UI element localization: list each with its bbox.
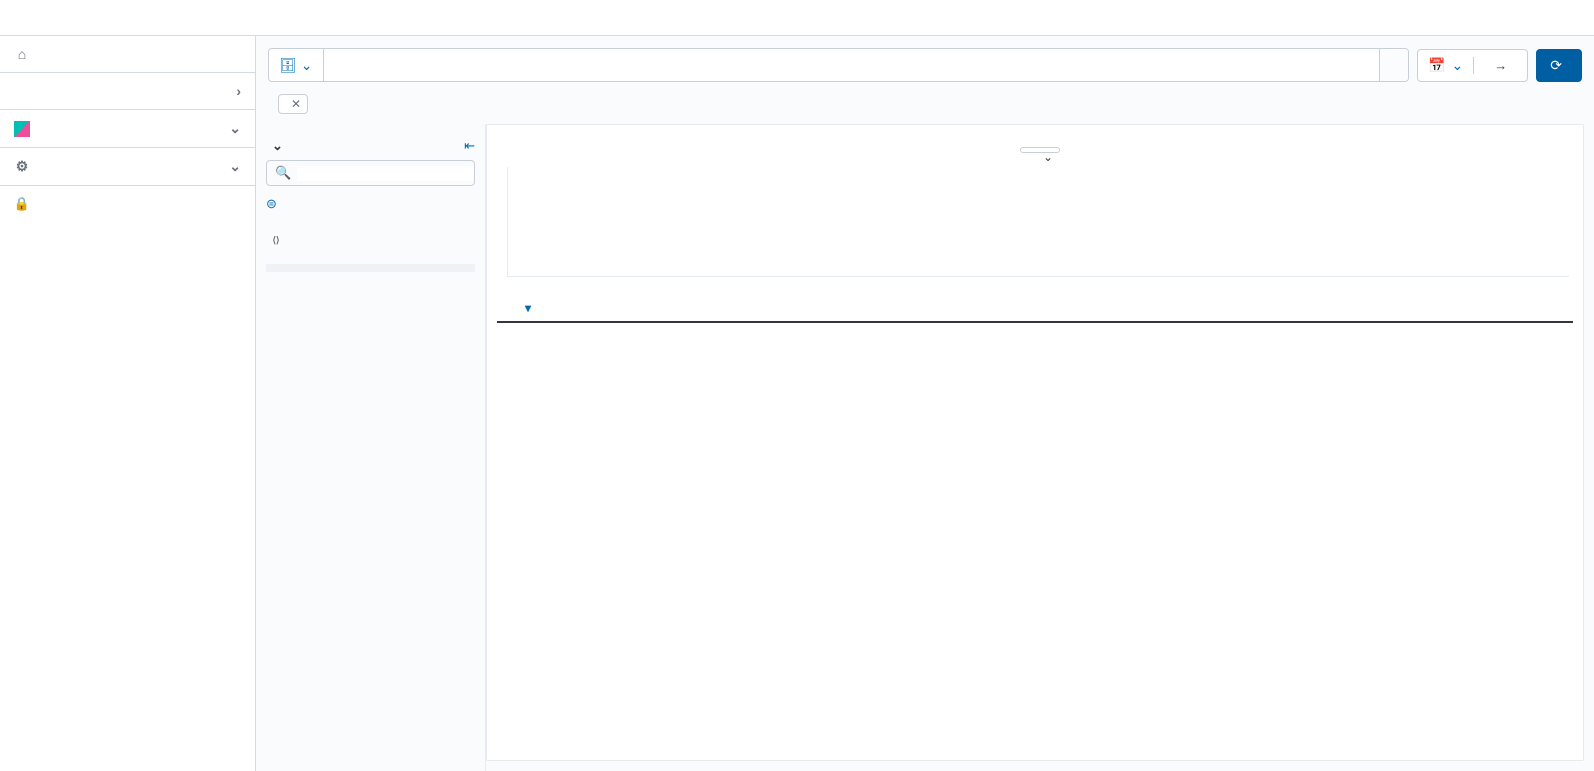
sort-desc-icon: ▾	[525, 301, 531, 315]
nav-recently-viewed[interactable]: ›	[0, 73, 255, 109]
query-bar: 🗄⌄ 📅⌄ → ⟳	[256, 36, 1594, 94]
nav-home[interactable]: ⌂	[0, 36, 255, 72]
lock-icon: 🔒	[14, 196, 30, 212]
filter-by-type[interactable]: ⊜	[266, 192, 475, 216]
home-icon: ⌂	[14, 46, 30, 62]
source-icon: ⟨⟩	[268, 232, 284, 248]
doc-table-header: ▾	[497, 295, 1573, 323]
time-column-header[interactable]: ▾	[521, 301, 701, 315]
chevron-down-icon: ⌄	[1043, 150, 1053, 164]
chevron-down-icon: ⌄	[229, 120, 241, 137]
chevron-down-icon: ⌄	[272, 138, 283, 154]
date-range[interactable]: →	[1474, 50, 1527, 81]
chevron-down-icon: ⌄	[229, 158, 241, 175]
refresh-button[interactable]: ⟳	[1536, 49, 1582, 82]
chevron-down-icon: ⌄	[1452, 57, 1464, 74]
hits-count	[497, 135, 1573, 143]
interval-select[interactable]: ⌄	[1020, 147, 1060, 153]
popular-header	[266, 264, 475, 272]
query-input[interactable]	[324, 49, 1380, 81]
filter-bar: ✕	[256, 94, 1594, 124]
source-column-header	[701, 301, 1573, 315]
selected-fields-header	[266, 216, 475, 228]
x-axis-label	[497, 281, 1573, 295]
fields-panel: ⌄ ⇤ 🔍 ⊜ ⟨⟩	[256, 124, 486, 771]
collapse-panel-icon[interactable]: ⇤	[464, 138, 475, 154]
field-source[interactable]: ⟨⟩	[266, 228, 475, 252]
refresh-icon: ⟳	[1550, 57, 1562, 74]
nav-undock[interactable]: 🔒	[0, 186, 255, 222]
chart-time-range: ⌄	[497, 143, 1573, 157]
query-language-button[interactable]	[1379, 49, 1408, 81]
nav-management[interactable]: ⚙⌄	[0, 148, 255, 185]
search-icon: 🔍	[275, 165, 291, 181]
nav-kibana[interactable]: ⌄	[0, 110, 255, 147]
calendar-icon: 📅	[1428, 57, 1445, 74]
nav-sidebar: ⌂ › ⌄ ⚙⌄ 🔒	[0, 36, 256, 771]
saved-query-button[interactable]: 🗄⌄	[269, 49, 324, 81]
results-panel: ⌄ ▾	[486, 124, 1584, 761]
arrow-right-icon: →	[1494, 58, 1507, 73]
chevron-down-icon: ⌄	[301, 57, 313, 74]
histogram-chart[interactable]	[497, 157, 1573, 277]
index-pattern-select[interactable]: ⌄	[266, 132, 283, 160]
field-search-input[interactable]	[297, 166, 473, 181]
kibana-logo-icon	[14, 121, 30, 137]
filter-pill[interactable]: ✕	[278, 94, 308, 114]
gear-icon: ⚙	[14, 159, 30, 175]
filter-icon: ⊜	[266, 196, 277, 212]
chevron-right-icon: ›	[236, 83, 241, 99]
top-bar	[0, 0, 1594, 36]
field-search[interactable]: 🔍	[266, 160, 475, 186]
disk-icon: 🗄	[279, 57, 297, 74]
date-quick-select[interactable]: 📅⌄	[1418, 57, 1474, 74]
available-fields-header	[266, 252, 475, 264]
close-icon[interactable]: ✕	[291, 97, 301, 111]
